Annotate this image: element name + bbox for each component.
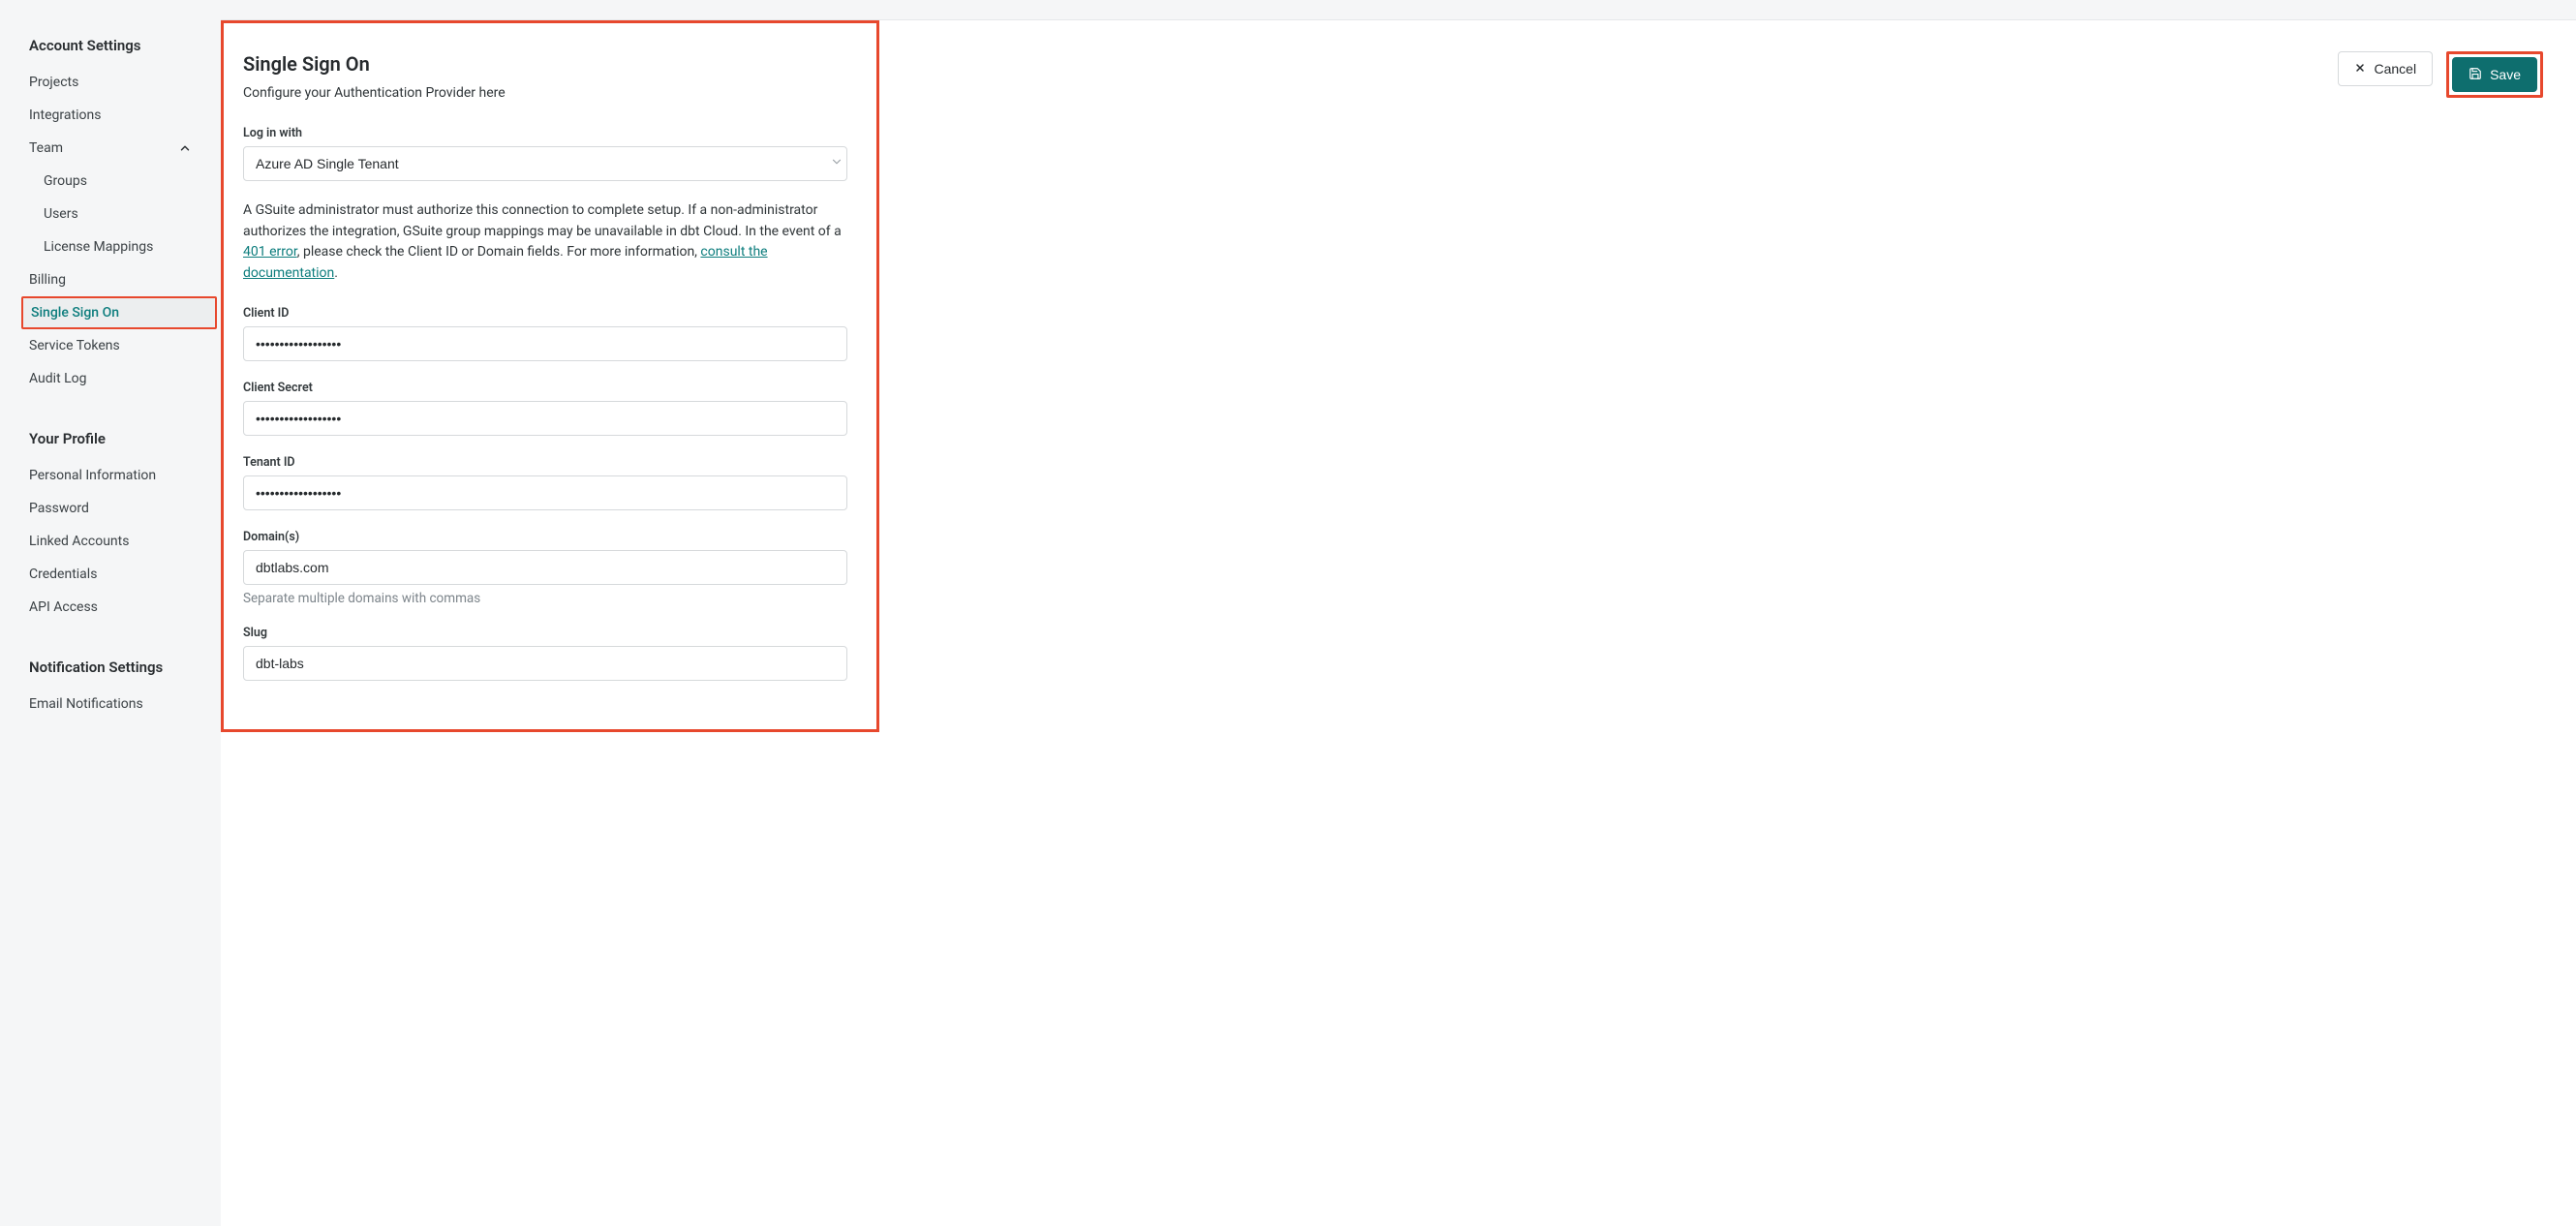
sidebar-item-users[interactable]: Users xyxy=(0,198,221,230)
cancel-button[interactable]: Cancel xyxy=(2338,51,2433,86)
nav-label: Email Notifications xyxy=(29,696,143,712)
nav-label: Integrations xyxy=(29,107,101,123)
action-bar: Cancel Save xyxy=(2338,51,2543,98)
field-client-id: Client ID xyxy=(243,306,857,361)
field-login-with: Log in with Azure AD Single Tenant xyxy=(243,126,857,181)
save-highlight: Save xyxy=(2446,51,2543,98)
nav-label: Audit Log xyxy=(29,371,87,386)
sidebar-item-billing[interactable]: Billing xyxy=(0,263,221,296)
notification-settings-header: Notification Settings xyxy=(0,651,221,684)
sidebar-item-service-tokens[interactable]: Service Tokens xyxy=(0,329,221,362)
slug-input[interactable] xyxy=(243,646,847,681)
page-title: Single Sign On xyxy=(243,52,857,76)
domains-helper: Separate multiple domains with commas xyxy=(243,591,857,606)
nav-label: License Mappings xyxy=(44,239,153,255)
sidebar: Account Settings Projects Integrations T… xyxy=(0,0,221,1226)
page-subtitle: Configure your Authentication Provider h… xyxy=(243,85,857,101)
cancel-label: Cancel xyxy=(2374,61,2416,77)
sidebar-item-groups[interactable]: Groups xyxy=(0,165,221,198)
domains-input[interactable] xyxy=(243,550,847,585)
nav-label: Credentials xyxy=(29,567,97,582)
client-id-label: Client ID xyxy=(243,306,857,321)
tenant-id-label: Tenant ID xyxy=(243,455,857,470)
field-tenant-id: Tenant ID xyxy=(243,455,857,510)
field-slug: Slug xyxy=(243,626,857,681)
nav-label: Service Tokens xyxy=(29,338,120,353)
account-settings-header: Account Settings xyxy=(0,29,221,62)
info-text-part3: . xyxy=(334,265,338,281)
client-secret-input[interactable] xyxy=(243,401,847,436)
sidebar-item-linked-accounts[interactable]: Linked Accounts xyxy=(0,525,221,558)
nav-label: API Access xyxy=(29,599,98,615)
nav-label: Groups xyxy=(44,173,87,189)
client-secret-label: Client Secret xyxy=(243,381,857,395)
sidebar-item-personal-information[interactable]: Personal Information xyxy=(0,459,221,492)
sidebar-item-email-notifications[interactable]: Email Notifications xyxy=(0,688,221,720)
sidebar-item-credentials[interactable]: Credentials xyxy=(0,558,221,591)
nav-label: Password xyxy=(29,501,89,516)
link-401-error[interactable]: 401 error xyxy=(243,244,297,260)
slug-label: Slug xyxy=(243,626,857,640)
sidebar-item-audit-log[interactable]: Audit Log xyxy=(0,362,221,395)
login-with-select[interactable]: Azure AD Single Tenant xyxy=(243,146,847,181)
main-content: Cancel Save Single Sign On Configure you… xyxy=(221,19,2576,1226)
info-text-part2: , please check the Client ID or Domain f… xyxy=(297,244,701,260)
info-text-part1: A GSuite administrator must authorize th… xyxy=(243,202,842,239)
domains-label: Domain(s) xyxy=(243,530,857,544)
login-with-label: Log in with xyxy=(243,126,857,140)
tenant-id-input[interactable] xyxy=(243,475,847,510)
sidebar-item-team[interactable]: Team xyxy=(0,132,221,165)
sidebar-item-integrations[interactable]: Integrations xyxy=(0,99,221,132)
nav-label: Billing xyxy=(29,272,66,288)
your-profile-header: Your Profile xyxy=(0,422,221,455)
save-button[interactable]: Save xyxy=(2452,57,2537,92)
info-paragraph: A GSuite administrator must authorize th… xyxy=(243,200,847,285)
nav-label: Single Sign On xyxy=(31,305,119,321)
save-icon xyxy=(2469,67,2482,83)
sidebar-item-password[interactable]: Password xyxy=(0,492,221,525)
sidebar-item-api-access[interactable]: API Access xyxy=(0,591,221,624)
nav-label: Team xyxy=(29,140,63,156)
chevron-up-icon xyxy=(178,141,192,155)
nav-label: Projects xyxy=(29,75,78,90)
nav-label: Linked Accounts xyxy=(29,534,129,549)
field-client-secret: Client Secret xyxy=(243,381,857,436)
sidebar-item-projects[interactable]: Projects xyxy=(0,66,221,99)
nav-label: Personal Information xyxy=(29,468,156,483)
form-highlight-box: Single Sign On Configure your Authentica… xyxy=(221,20,879,732)
sidebar-item-license-mappings[interactable]: License Mappings xyxy=(0,230,221,263)
save-label: Save xyxy=(2490,67,2521,82)
sidebar-item-single-sign-on[interactable]: Single Sign On xyxy=(21,296,217,329)
login-with-value: Azure AD Single Tenant xyxy=(256,156,399,171)
close-icon xyxy=(2354,61,2366,77)
field-domains: Domain(s) Separate multiple domains with… xyxy=(243,530,857,606)
nav-label: Users xyxy=(44,206,78,222)
client-id-input[interactable] xyxy=(243,326,847,361)
